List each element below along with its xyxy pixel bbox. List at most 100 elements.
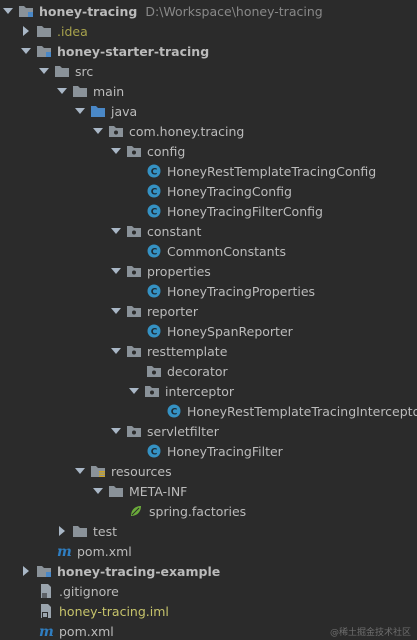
chevron-down-icon[interactable]	[110, 301, 122, 321]
tree-node-resttemplate[interactable]: resttemplate	[110, 341, 227, 361]
tree-node-decorator[interactable]: decorator	[130, 361, 228, 381]
tree-node-class[interactable]: C HoneyRestTemplateTracingInterceptor	[150, 401, 417, 421]
svg-text:C: C	[151, 168, 158, 178]
tree-node-root-pom-xml[interactable]: m pom.xml	[38, 621, 114, 640]
folder-icon	[54, 63, 70, 79]
tree-node-label: HoneyTracingFilterConfig	[167, 203, 323, 219]
tree-node-label: properties	[147, 263, 211, 279]
tree-node-label: .gitignore	[59, 583, 119, 599]
chevron-down-icon[interactable]	[38, 61, 50, 81]
chevron-down-icon[interactable]	[92, 481, 104, 501]
tree-node-idea[interactable]: .idea	[20, 21, 88, 41]
chevron-right-icon[interactable]	[20, 561, 32, 581]
tree-node-label: resttemplate	[147, 343, 228, 359]
tree-node-label: interceptor	[165, 383, 235, 399]
svg-text:C: C	[151, 208, 158, 218]
tree-node-label: config	[147, 143, 186, 159]
tree-node-resources[interactable]: resources	[74, 461, 172, 481]
chevron-down-icon[interactable]	[74, 461, 86, 481]
svg-text:C: C	[171, 408, 178, 418]
chevron-down-icon[interactable]	[92, 121, 104, 141]
svg-text:C: C	[151, 448, 158, 458]
tree-node-java[interactable]: java	[74, 101, 137, 121]
tree-node-label: honey-tracing	[39, 3, 138, 19]
tree-node-label: test	[93, 523, 118, 539]
tree-node-gitignore[interactable]: .gitignore	[38, 581, 119, 601]
tree-node-class[interactable]: C HoneyRestTemplateTracingConfig	[130, 161, 376, 181]
tree-node-class[interactable]: C HoneyTracingConfig	[130, 181, 292, 201]
chevron-down-icon[interactable]	[128, 381, 140, 401]
tree-node-constant[interactable]: constant	[110, 221, 201, 241]
chevron-down-icon[interactable]	[110, 141, 122, 161]
tree-node-honey-tracing[interactable]: honey-tracing D:\Workspace\honey-tracing	[2, 1, 323, 21]
tree-node-package-root[interactable]: com.honey.tracing	[92, 121, 244, 141]
tree-node-class[interactable]: C HoneyTracingFilter	[130, 441, 283, 461]
class-icon: C	[146, 163, 162, 179]
tree-node-honey-starter-tracing[interactable]: honey-starter-tracing	[20, 41, 209, 61]
chevron-down-icon[interactable]	[20, 41, 32, 61]
chevron-down-icon[interactable]	[56, 81, 68, 101]
package-icon	[126, 143, 142, 159]
tree-node-class[interactable]: C HoneyTracingProperties	[130, 281, 315, 301]
module-folder-icon	[18, 3, 34, 19]
tree-node-pom-xml[interactable]: m pom.xml	[56, 541, 132, 561]
package-icon	[126, 223, 142, 239]
tree-node-class[interactable]: C CommonConstants	[130, 241, 286, 261]
tree-node-interceptor[interactable]: interceptor	[128, 381, 234, 401]
maven-icon: m	[38, 623, 54, 639]
class-icon: C	[146, 243, 162, 259]
chevron-right-icon[interactable]	[20, 21, 32, 41]
spring-leaf-icon	[128, 503, 144, 519]
chevron-down-icon[interactable]	[110, 261, 122, 281]
tree-node-path: D:\Workspace\honey-tracing	[145, 3, 323, 19]
package-icon	[126, 263, 142, 279]
tree-node-label: CommonConstants	[167, 243, 287, 259]
tree-node-label: reporter	[147, 303, 199, 319]
tree-node-test[interactable]: test	[56, 521, 117, 541]
tree-node-reporter[interactable]: reporter	[110, 301, 198, 321]
tree-node-servletfilter[interactable]: servletfilter	[110, 421, 219, 441]
tree-node-class[interactable]: C HoneySpanReporter	[130, 321, 293, 341]
chevron-down-icon[interactable]	[110, 421, 122, 441]
svg-text:C: C	[151, 188, 158, 198]
tree-node-properties[interactable]: properties	[110, 261, 211, 281]
class-icon: C	[166, 403, 182, 419]
tree-node-label: HoneySpanReporter	[167, 323, 293, 339]
class-icon: C	[146, 203, 162, 219]
tree-node-label: META-INF	[129, 483, 188, 499]
tree-node-spring-factories[interactable]: spring.factories	[112, 501, 246, 521]
tree-node-main[interactable]: main	[56, 81, 124, 101]
tree-node-label: spring.factories	[149, 503, 247, 519]
tree-node-label: main	[93, 83, 125, 99]
tree-node-meta-inf[interactable]: META-INF	[92, 481, 187, 501]
tree-node-config[interactable]: config	[110, 141, 185, 161]
svg-text:C: C	[151, 328, 158, 338]
class-icon: C	[146, 183, 162, 199]
chevron-down-icon[interactable]	[74, 101, 86, 121]
tree-node-iml[interactable]: honey-tracing.iml	[38, 601, 169, 621]
chevron-down-icon[interactable]	[110, 221, 122, 241]
tree-node-label: pom.xml	[77, 543, 132, 559]
tree-node-label: constant	[147, 223, 202, 239]
svg-text:C: C	[151, 288, 158, 298]
chevron-down-icon[interactable]	[110, 341, 122, 361]
chevron-down-icon[interactable]	[2, 1, 14, 21]
folder-icon	[36, 23, 52, 39]
tree-node-class[interactable]: C HoneyTracingFilterConfig	[130, 201, 323, 221]
project-tree: honey-tracing D:\Workspace\honey-tracing…	[0, 0, 417, 640]
tree-node-label: .idea	[57, 23, 88, 39]
package-icon	[108, 123, 124, 139]
tree-node-label: honey-tracing-example	[57, 563, 221, 579]
tree-node-label: HoneyTracingFilter	[167, 443, 283, 459]
tree-node-src[interactable]: src	[38, 61, 93, 81]
tree-node-label: com.honey.tracing	[129, 123, 245, 139]
ignore-file-icon	[38, 583, 54, 599]
class-icon: C	[146, 323, 162, 339]
tree-node-label: pom.xml	[59, 623, 114, 639]
module-folder-icon	[36, 563, 52, 579]
folder-icon	[72, 83, 88, 99]
svg-text:m: m	[57, 544, 72, 558]
package-icon	[144, 383, 160, 399]
tree-node-honey-tracing-example[interactable]: honey-tracing-example	[20, 561, 220, 581]
chevron-right-icon[interactable]	[56, 521, 68, 541]
